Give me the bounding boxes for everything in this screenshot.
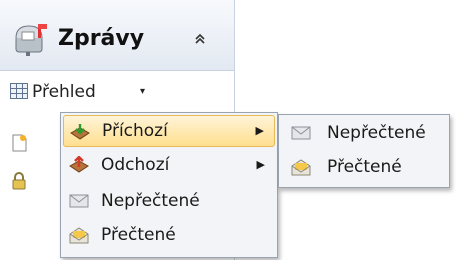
panel-title: Zprávy: [58, 26, 145, 51]
menu-item-outbox[interactable]: Odchozí ▶: [63, 149, 275, 181]
submenu-item-unread[interactable]: Nepřečtené: [281, 117, 447, 149]
inbox-tray-icon: [70, 124, 90, 140]
submenu-item-read[interactable]: Přečtené: [281, 151, 447, 183]
chevron-down-icon: ▾: [140, 86, 146, 97]
submenu-arrow-icon: ▶: [256, 158, 265, 171]
submenu: Nepřečtené Přečtené: [278, 114, 450, 188]
closed-envelope-icon: [69, 194, 89, 208]
menu-item-label: Nepřečtené: [101, 191, 200, 211]
overview-label: Přehled: [32, 82, 96, 102]
submenu-item-label: Přečtené: [327, 157, 402, 177]
menu-item-label: Odchozí: [101, 155, 170, 175]
submenu-item-label: Nepřečtené: [327, 123, 426, 143]
grid-icon: [10, 83, 28, 99]
outbox-tray-icon: [69, 156, 89, 173]
dropdown-menu: Příchozí ▶ Odchozí ▶ Nepřečtené Přečtené: [60, 112, 278, 258]
open-envelope-icon: [291, 159, 311, 176]
submenu-arrow-icon: ▶: [255, 124, 264, 137]
menu-item-label: Přečtené: [101, 225, 176, 245]
menu-item-inbox[interactable]: Příchozí ▶: [63, 115, 275, 147]
panel-header: Zprávy: [0, 0, 234, 71]
mailbox-icon: [15, 24, 47, 56]
menu-item-unread[interactable]: Nepřečtené: [63, 185, 275, 217]
menu-item-label: Příchozí: [102, 121, 168, 141]
lock-icon[interactable]: [10, 172, 28, 190]
open-envelope-icon: [69, 227, 89, 244]
menu-item-read[interactable]: Přečtené: [63, 219, 275, 251]
collapse-icon[interactable]: [192, 31, 208, 47]
closed-envelope-icon: [291, 126, 311, 140]
document-icon[interactable]: [10, 134, 28, 152]
